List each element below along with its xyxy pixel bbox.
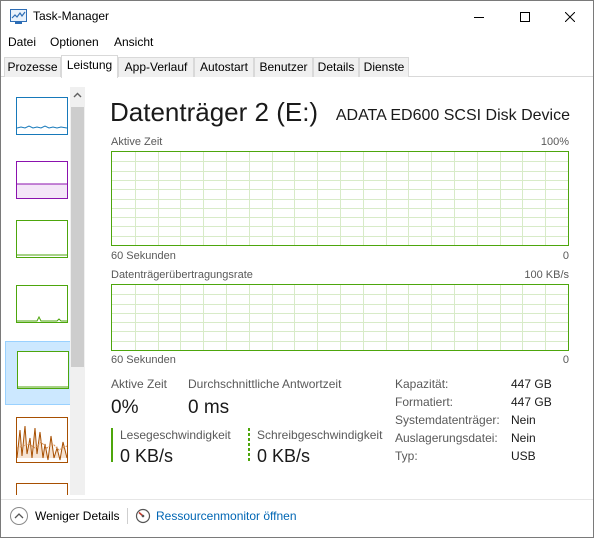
scroll-up-icon[interactable] bbox=[73, 91, 82, 100]
tab-details[interactable]: Details bbox=[313, 57, 359, 77]
transfer-rate-graph-min: 0 bbox=[562, 354, 569, 366]
tab-app-verlauf[interactable]: App-Verlauf bbox=[118, 57, 194, 77]
property-key: Typ: bbox=[395, 449, 418, 463]
disk-thumbnail bbox=[16, 220, 68, 258]
transfer-rate-graph-label: Datenträgerübertragungsrate bbox=[111, 269, 253, 281]
disk-thumbnail bbox=[16, 285, 68, 323]
transfer-rate-graph bbox=[111, 284, 569, 351]
sidebar-item-cpu[interactable] bbox=[5, 85, 71, 149]
property-formatted: Formatiert: 447 GB bbox=[395, 395, 585, 413]
property-page-file: Auslagerungsdatei: Nein bbox=[395, 431, 585, 449]
tab-benutzer[interactable]: Benutzer bbox=[254, 57, 313, 77]
property-system-disk: Systemdatenträger: Nein bbox=[395, 413, 585, 431]
write-speed-label: Schreibgeschwindigkeit bbox=[257, 428, 383, 442]
read-speed-indicator bbox=[111, 428, 113, 462]
sidebar-scrollbar[interactable] bbox=[70, 87, 85, 495]
resource-monitor-link[interactable]: Ressourcenmonitor öffnen bbox=[135, 506, 297, 526]
property-type: Typ: USB bbox=[395, 449, 585, 467]
active-time-value: 0% bbox=[111, 397, 139, 418]
ethernet-thumbnail bbox=[16, 483, 68, 495]
fewer-details-button[interactable]: Weniger Details bbox=[10, 506, 119, 526]
close-icon bbox=[565, 11, 575, 22]
window-title: Task-Manager bbox=[33, 9, 110, 23]
write-speed-block: Schreibgeschwindigkeit 0 KB/s bbox=[248, 428, 388, 466]
active-time-label: Aktive Zeit bbox=[111, 377, 168, 391]
task-manager-icon bbox=[10, 9, 27, 24]
active-time-graph-label: Aktive Zeit bbox=[111, 136, 163, 148]
disk-detail-pane: Datenträger 2 (E:) ADATA ED600 SCSI Disk… bbox=[95, 77, 585, 495]
property-key: Auslagerungsdatei: bbox=[395, 431, 498, 445]
menu-file[interactable]: Datei bbox=[8, 35, 36, 49]
property-key: Systemdatenträger: bbox=[395, 413, 500, 427]
close-button[interactable] bbox=[547, 1, 593, 32]
footer-bar: Weniger Details Ressourcenmonitor öffnen bbox=[1, 499, 593, 537]
sidebar-item-disk-1[interactable] bbox=[5, 279, 71, 343]
tab-leistung[interactable]: Leistung bbox=[61, 55, 118, 78]
chevron-up-icon bbox=[10, 507, 28, 525]
property-value: Nein bbox=[511, 431, 536, 445]
memory-thumbnail bbox=[16, 161, 68, 199]
read-speed-block: Lesegeschwindigkeit 0 KB/s bbox=[111, 428, 241, 466]
transfer-rate-graph-max: 100 KB/s bbox=[524, 269, 569, 281]
fewer-details-label: Weniger Details bbox=[35, 509, 120, 523]
minimize-icon bbox=[474, 12, 484, 22]
property-capacity: Kapazität: 447 GB bbox=[395, 377, 585, 395]
sidebar-item-disk-2[interactable] bbox=[5, 341, 71, 405]
response-time-value: 0 ms bbox=[188, 397, 230, 418]
resource-monitor-icon bbox=[135, 508, 151, 524]
property-value: 447 GB bbox=[511, 395, 552, 409]
response-time-label: Durchschnittliche Antwortzeit bbox=[188, 377, 342, 391]
property-value: USB bbox=[511, 449, 536, 463]
tab-dienste[interactable]: Dienste bbox=[359, 57, 409, 77]
sidebar-item-memory[interactable] bbox=[5, 149, 71, 213]
ethernet-thumbnail bbox=[16, 417, 68, 463]
active-time-graph bbox=[111, 151, 569, 246]
tab-bar: Prozesse Leistung App-Verlauf Autostart … bbox=[1, 55, 593, 78]
write-speed-indicator bbox=[248, 428, 250, 462]
tab-autostart[interactable]: Autostart bbox=[194, 57, 254, 77]
cpu-thumbnail bbox=[16, 97, 68, 135]
property-key: Kapazität: bbox=[395, 377, 449, 391]
disk-thumbnail bbox=[17, 351, 69, 389]
minimize-button[interactable] bbox=[456, 1, 502, 32]
scrollbar-thumb[interactable] bbox=[71, 107, 84, 367]
read-speed-value: 0 KB/s bbox=[120, 446, 174, 466]
active-time-graph-min: 0 bbox=[562, 250, 569, 262]
disk-title: Datenträger 2 (E:) bbox=[110, 97, 319, 127]
sidebar-item-next[interactable] bbox=[5, 475, 71, 495]
title-bar[interactable]: Task-Manager bbox=[1, 1, 593, 32]
menu-bar: Datei Optionen Ansicht bbox=[1, 32, 593, 52]
read-speed-label: Lesegeschwindigkeit bbox=[120, 428, 231, 442]
footer-separator bbox=[127, 508, 128, 524]
active-time-graph-max: 100% bbox=[540, 136, 569, 148]
transfer-rate-graph-timespan: 60 Sekunden bbox=[111, 354, 176, 366]
sidebar-item-disk-0[interactable] bbox=[5, 214, 71, 278]
performance-sidebar bbox=[3, 77, 85, 495]
active-time-graph-timespan: 60 Sekunden bbox=[111, 250, 176, 262]
tab-prozesse[interactable]: Prozesse bbox=[4, 57, 61, 77]
maximize-button[interactable] bbox=[502, 1, 548, 32]
sidebar-item-ethernet[interactable] bbox=[5, 407, 71, 471]
menu-view[interactable]: Ansicht bbox=[114, 35, 153, 49]
property-value: Nein bbox=[511, 413, 536, 427]
property-value: 447 GB bbox=[511, 377, 552, 391]
write-speed-value: 0 KB/s bbox=[257, 446, 311, 466]
maximize-icon bbox=[520, 11, 530, 22]
property-key: Formatiert: bbox=[395, 395, 454, 409]
resource-monitor-label: Ressourcenmonitor öffnen bbox=[156, 509, 297, 523]
task-manager-window: Task-Manager Datei Optionen Ansicht Proz… bbox=[0, 0, 594, 538]
menu-options[interactable]: Optionen bbox=[50, 35, 99, 49]
disk-model: ADATA ED600 SCSI Disk Device bbox=[335, 107, 570, 124]
